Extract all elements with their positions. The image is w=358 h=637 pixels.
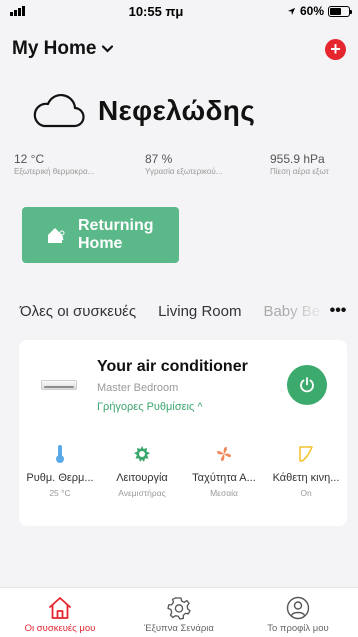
control-mode[interactable]: Λειτουργία Ανεμιστήρας	[101, 444, 183, 498]
thermometer-icon	[49, 444, 71, 464]
nav-label: Το προφίλ μου	[267, 623, 329, 634]
battery-percent: 60%	[299, 4, 324, 18]
nav-label: Έξυπνα Σενάρια	[144, 623, 214, 634]
nav-my-devices[interactable]: Οι συσκευές μου	[0, 596, 120, 634]
control-value: On	[300, 488, 312, 498]
plus-icon: +	[330, 39, 341, 59]
control-temperature[interactable]: Ρυθμ. Θερμ... 25 °C	[19, 444, 101, 498]
location-icon	[287, 7, 296, 15]
control-value: 25 °C	[49, 488, 71, 498]
stat-label: Πίεση αέρα εξωτ	[270, 167, 329, 176]
scene-label: Returning Home	[78, 217, 154, 252]
weather-summary: Νεφελώδης	[30, 92, 255, 130]
stat-label: Εξωτερική θερμοκρα...	[14, 167, 95, 176]
home-title: My Home	[12, 38, 97, 59]
house-person-icon	[48, 228, 65, 243]
chevron-down-icon	[102, 45, 114, 53]
more-tabs-button[interactable]: •••	[326, 298, 350, 324]
nav-my-profile[interactable]: Το προφίλ μου	[238, 596, 358, 634]
stat-pressure: 955.9 hPa Πίεση αέρα εξωτ	[270, 152, 329, 176]
weather-condition: Νεφελώδης	[98, 95, 256, 126]
profile-icon	[286, 596, 310, 620]
cloud-icon	[33, 94, 85, 128]
power-button[interactable]	[287, 365, 327, 405]
control-label: Ρυθμ. Θερμ...	[26, 472, 94, 484]
air-conditioner-image	[41, 380, 77, 390]
tab-all-devices[interactable]: Όλες οι συσκευές	[20, 303, 136, 320]
add-device-button[interactable]: +	[325, 38, 346, 60]
stat-value: 12 °C	[14, 152, 45, 166]
stat-label: Υγρασία εξωτερικού...	[145, 167, 223, 176]
stat-temperature: 12 °C Εξωτερική θερμοκρα...	[14, 152, 94, 176]
device-name: Your air conditioner	[97, 358, 248, 375]
more-icon: •••	[329, 302, 347, 319]
stat-value: 87 %	[145, 152, 173, 166]
weather-stats: 12 °C Εξωτερική θερμοκρα... 87 % Υγρασία…	[14, 152, 358, 182]
power-icon	[300, 377, 314, 393]
home-icon	[49, 597, 71, 619]
scene-returning-home-button[interactable]: Returning Home	[22, 207, 179, 263]
fan-speed-icon	[213, 444, 235, 464]
device-room: Master Bedroom	[97, 382, 179, 394]
control-label: Ταχύτητα Α...	[192, 472, 256, 484]
battery-icon	[328, 5, 352, 17]
control-value: Μεσαία	[210, 488, 238, 498]
gear-icon	[167, 597, 191, 620]
control-value: Ανεμιστήρας	[118, 488, 166, 498]
signal-icon	[10, 6, 25, 16]
control-label: Κάθετη κινη...	[272, 472, 340, 484]
control-vertical-swing[interactable]: Κάθετη κινη... On	[265, 444, 347, 498]
room-tabs: Όλες οι συσκευές Living Room Baby Be •••	[0, 298, 358, 324]
swing-icon	[295, 444, 317, 464]
home-selector[interactable]: My Home	[12, 38, 114, 60]
bottom-nav: Οι συσκευές μου Έξυπνα Σενάρια Το προφίλ…	[0, 587, 358, 637]
control-fan-speed[interactable]: Ταχύτητα Α... Μεσαία	[183, 444, 265, 498]
nav-label: Οι συσκευές μου	[24, 623, 96, 634]
status-bar: 10:55 πμ 60%	[0, 0, 358, 22]
stat-humidity: 87 % Υγρασία εξωτερικού...	[145, 152, 222, 176]
device-card[interactable]: Your air conditioner Master Bedroom Γρήγ…	[19, 340, 347, 526]
tab-living-room[interactable]: Living Room	[158, 303, 241, 320]
status-time: 10:55 πμ	[128, 3, 184, 19]
fan-mode-icon	[131, 444, 153, 464]
quick-settings-link[interactable]: Γρήγορες Ρυθμίσεις ^	[97, 401, 202, 413]
nav-smart-scenes[interactable]: Έξυπνα Σενάρια	[119, 596, 239, 634]
stat-value: 955.9 hPa	[270, 152, 325, 166]
control-label: Λειτουργία	[116, 472, 168, 484]
